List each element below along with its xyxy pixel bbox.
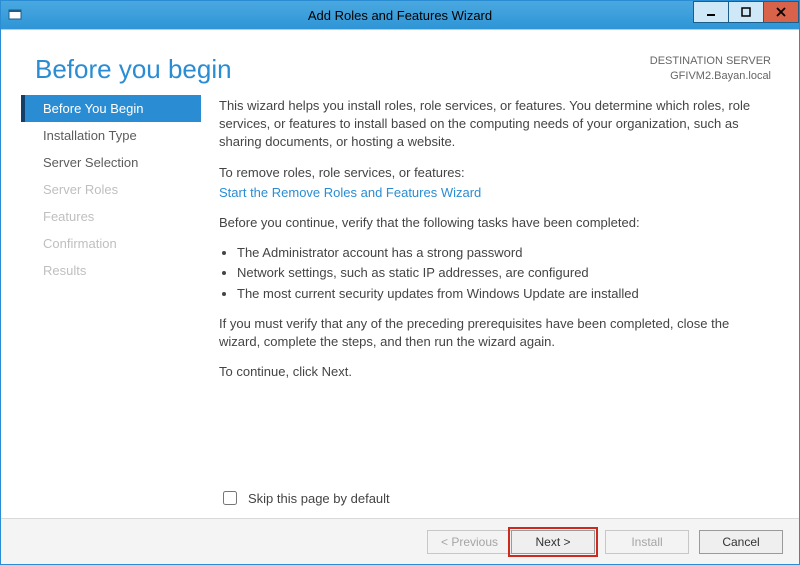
- sidebar-item-results: Results: [21, 257, 201, 284]
- window-title: Add Roles and Features Wizard: [1, 8, 799, 23]
- sidebar-item-confirmation: Confirmation: [21, 230, 201, 257]
- nav-button-pair: < Previous Next >: [427, 530, 595, 554]
- prereq-note: If you must verify that any of the prece…: [219, 315, 771, 351]
- remove-label: To remove roles, role services, or featu…: [219, 164, 771, 182]
- titlebar: Add Roles and Features Wizard: [1, 1, 799, 29]
- wizard-window: Add Roles and Features Wizard Before you…: [0, 0, 800, 565]
- client-area: Before you begin DESTINATION SERVER GFIV…: [1, 29, 799, 564]
- sidebar: Before You Begin Installation Type Serve…: [21, 95, 201, 393]
- destination-info: DESTINATION SERVER GFIVM2.Bayan.local: [650, 54, 771, 85]
- remove-wizard-link[interactable]: Start the Remove Roles and Features Wiza…: [219, 185, 481, 200]
- app-icon: [7, 7, 23, 23]
- footer: < Previous Next > Install Cancel: [1, 518, 799, 564]
- verify-label: Before you continue, verify that the fol…: [219, 214, 771, 232]
- window-buttons: [694, 1, 799, 23]
- sidebar-item-installation-type[interactable]: Installation Type: [21, 122, 201, 149]
- list-item: The Administrator account has a strong p…: [237, 244, 771, 262]
- body: Before You Begin Installation Type Serve…: [1, 91, 799, 393]
- list-item: The most current security updates from W…: [237, 285, 771, 303]
- intro-text: This wizard helps you install roles, rol…: [219, 97, 771, 152]
- maximize-button[interactable]: [728, 1, 764, 23]
- header: Before you begin DESTINATION SERVER GFIV…: [1, 30, 799, 91]
- content-pane: This wizard helps you install roles, rol…: [201, 95, 771, 393]
- minimize-button[interactable]: [693, 1, 729, 23]
- prereq-list: The Administrator account has a strong p…: [237, 244, 771, 303]
- sidebar-item-server-selection[interactable]: Server Selection: [21, 149, 201, 176]
- previous-button: < Previous: [427, 530, 511, 554]
- continue-note: To continue, click Next.: [219, 363, 771, 381]
- destination-label: DESTINATION SERVER: [650, 54, 771, 69]
- skip-checkbox-row[interactable]: Skip this page by default: [219, 488, 390, 508]
- list-item: Network settings, such as static IP addr…: [237, 264, 771, 282]
- skip-label: Skip this page by default: [248, 491, 390, 506]
- cancel-button[interactable]: Cancel: [699, 530, 783, 554]
- close-button[interactable]: [763, 1, 799, 23]
- sidebar-item-before-you-begin[interactable]: Before You Begin: [21, 95, 201, 122]
- install-button: Install: [605, 530, 689, 554]
- sidebar-item-server-roles: Server Roles: [21, 176, 201, 203]
- destination-value: GFIVM2.Bayan.local: [650, 69, 771, 84]
- page-title: Before you begin: [35, 54, 232, 85]
- skip-checkbox[interactable]: [223, 491, 237, 505]
- sidebar-item-features: Features: [21, 203, 201, 230]
- next-button[interactable]: Next >: [511, 530, 595, 554]
